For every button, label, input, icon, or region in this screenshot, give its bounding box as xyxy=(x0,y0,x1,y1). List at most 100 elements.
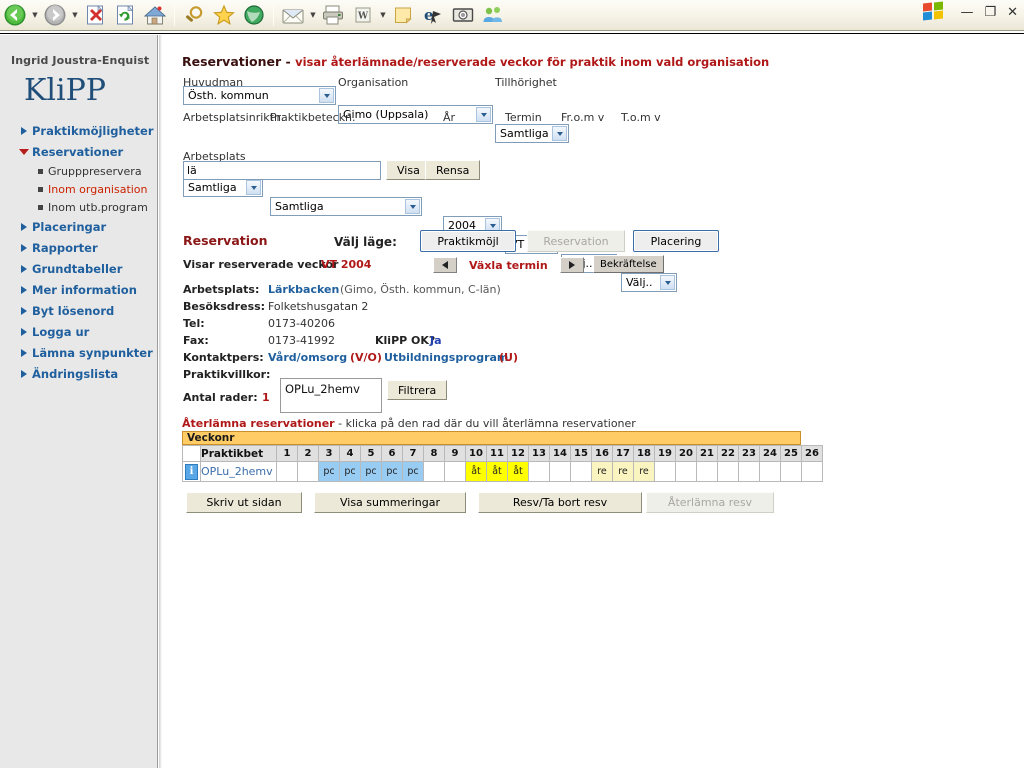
fax-value: 0173-41992 xyxy=(268,334,335,347)
sidebar-item-mer-information[interactable]: Mer information xyxy=(0,279,158,300)
week-cell-10[interactable]: åt xyxy=(465,461,487,482)
week-cell-20[interactable] xyxy=(675,461,697,482)
week-cell-23[interactable] xyxy=(738,461,760,482)
week-cell-6[interactable]: pc xyxy=(381,461,403,482)
home-button[interactable] xyxy=(140,0,170,30)
favorites-star-icon xyxy=(213,4,235,25)
next-term-button[interactable] xyxy=(560,257,584,273)
messenger-button[interactable]: e xyxy=(418,0,448,30)
favorites-button[interactable] xyxy=(209,0,239,30)
week-cell-18[interactable]: re xyxy=(633,461,655,482)
people-button[interactable] xyxy=(478,0,508,30)
week-cell-7[interactable]: pc xyxy=(402,461,424,482)
week-cell-13[interactable] xyxy=(528,461,550,482)
week-cell-25[interactable] xyxy=(780,461,802,482)
arbetsplats-detail-value[interactable]: Lärkbacken xyxy=(268,283,339,296)
sidebar-item-logga-ur[interactable]: Logga ur xyxy=(0,321,158,342)
search-button[interactable] xyxy=(179,0,209,30)
week-cell-26[interactable] xyxy=(801,461,823,482)
row-praktikbet-name[interactable]: OPLu_2hemv xyxy=(200,461,277,482)
week-cell-22[interactable] xyxy=(717,461,739,482)
sidebar-subitem-inom-utb-program[interactable]: Inom utb.program xyxy=(0,198,158,216)
forward-button[interactable] xyxy=(40,0,70,30)
week-cell-15[interactable] xyxy=(570,461,592,482)
kontaktpers-utbildningsprogram[interactable]: Utbildningsprogram xyxy=(384,351,508,364)
refresh-button[interactable] xyxy=(110,0,140,30)
kontaktpers-vard-omsorg[interactable]: Vård/omsorg xyxy=(268,351,347,364)
skriv-ut-sidan-button[interactable]: Skriv ut sidan xyxy=(186,492,302,513)
week-cell-5[interactable]: pc xyxy=(360,461,382,482)
organisation-select[interactable]: Gimo (Uppsala) xyxy=(338,105,493,124)
mail-button[interactable] xyxy=(278,0,308,30)
resv-ta-bort-resv-button[interactable]: Resv/Ta bort resv xyxy=(478,492,642,513)
week-cell-16[interactable]: re xyxy=(591,461,613,482)
sidebar-item-reservationer[interactable]: Reservationer xyxy=(0,141,158,162)
forward-dropdown-caret[interactable]: ▼ xyxy=(70,0,80,30)
close-button[interactable]: ✕ xyxy=(1005,6,1020,19)
camera-button[interactable] xyxy=(448,0,478,30)
week-cell-19[interactable] xyxy=(654,461,676,482)
huvudman-select[interactable]: Östh. kommun xyxy=(183,86,336,105)
fr-o-m-v-label: Fr.o.m v xyxy=(561,111,605,124)
mail-icon xyxy=(282,9,304,24)
restore-button[interactable]: ❐ xyxy=(982,6,998,19)
week-header-1: 1 xyxy=(276,445,298,462)
chrome-divider xyxy=(0,31,1024,34)
week-cell-14[interactable] xyxy=(549,461,571,482)
print-button[interactable] xyxy=(318,0,348,30)
sidebar-item-andringslista[interactable]: Ändringslista xyxy=(0,363,158,384)
praktikbeteckn-select[interactable]: Samtliga xyxy=(270,197,422,216)
history-button[interactable] xyxy=(239,0,269,30)
t-o-m-v-select[interactable]: Välj.. xyxy=(621,273,677,292)
minimize-button[interactable]: — xyxy=(958,6,975,19)
back-dropdown-caret[interactable]: ▼ xyxy=(30,0,40,30)
week-cell-4[interactable]: pc xyxy=(339,461,361,482)
week-cell-9[interactable] xyxy=(444,461,466,482)
week-cell-8[interactable] xyxy=(423,461,445,482)
week-cell-21[interactable] xyxy=(696,461,718,482)
sidebar-item-placeringar[interactable]: Placeringar xyxy=(0,216,158,237)
sidebar-subitem-inom-organisation[interactable]: Inom organisation xyxy=(0,180,158,198)
edit-dropdown-caret[interactable]: ▼ xyxy=(378,0,388,30)
info-icon[interactable]: i xyxy=(185,463,198,480)
notes-button[interactable] xyxy=(388,0,418,30)
bekraftelse-button[interactable]: Bekräftelse xyxy=(593,255,664,273)
rensa-button[interactable]: Rensa xyxy=(425,160,481,180)
week-cell-17[interactable]: re xyxy=(612,461,634,482)
sidebar-subitem-grupppreservera[interactable]: Grupppreservera xyxy=(0,162,158,180)
arbetsplats-input[interactable]: lä xyxy=(183,161,381,180)
mode-button-praktikmojl[interactable]: Praktikmöjl xyxy=(420,230,516,252)
week-cell-2[interactable] xyxy=(297,461,319,482)
chevron-right-icon xyxy=(21,327,27,336)
row-info-cell[interactable]: i xyxy=(182,461,201,482)
sidebar-item-byt-losenord[interactable]: Byt lösenord xyxy=(0,300,158,321)
chevron-down-icon xyxy=(405,199,420,214)
week-cell-3[interactable]: pc xyxy=(318,461,340,482)
mode-label: Välj läge: xyxy=(334,235,397,249)
week-cell-24[interactable] xyxy=(759,461,781,482)
stop-button[interactable] xyxy=(80,0,110,30)
filter-textarea[interactable]: OPLu_2hemv xyxy=(280,378,382,413)
week-cell-12[interactable]: åt xyxy=(507,461,529,482)
mode-button-placering[interactable]: Placering xyxy=(633,230,719,252)
showing-weeks-label: Visar reserverade veckor xyxy=(183,258,339,271)
arbetsplatsinriktn-select[interactable]: Samtliga xyxy=(183,178,263,197)
sidebar-item-praktikmojligheter[interactable]: Praktikmöjligheter xyxy=(0,120,158,141)
arbetsplats-detail-extra: (Gimo, Östh. kommun, C-län) xyxy=(340,283,501,296)
tillhorighet-select[interactable]: Samtliga xyxy=(495,124,569,143)
edit-word-button[interactable]: W xyxy=(348,0,378,30)
prev-term-button[interactable] xyxy=(433,257,457,273)
table-row[interactable]: i OPLu_2hemv pc pc pc pc pc åt åt åt re re re xyxy=(182,461,823,482)
sidebar-item-rapporter[interactable]: Rapporter xyxy=(0,237,158,258)
week-cell-11[interactable]: åt xyxy=(486,461,508,482)
visa-summeringar-button[interactable]: Visa summeringar xyxy=(314,492,466,513)
page-title-text: Reservationer xyxy=(182,54,282,69)
week-table-band-label: Veckonr xyxy=(182,431,801,445)
week-cell-1[interactable] xyxy=(276,461,298,482)
back-button[interactable] xyxy=(0,0,30,30)
toolbar-button-group: ▼ ▼ ▼ W ▼ e xyxy=(0,0,508,30)
filtrera-button[interactable]: Filtrera xyxy=(387,380,448,400)
mail-dropdown-caret[interactable]: ▼ xyxy=(308,0,318,30)
sidebar-item-grundtabeller[interactable]: Grundtabeller xyxy=(0,258,158,279)
sidebar-item-lamna-synpunkter[interactable]: Lämna synpunkter xyxy=(0,342,158,363)
